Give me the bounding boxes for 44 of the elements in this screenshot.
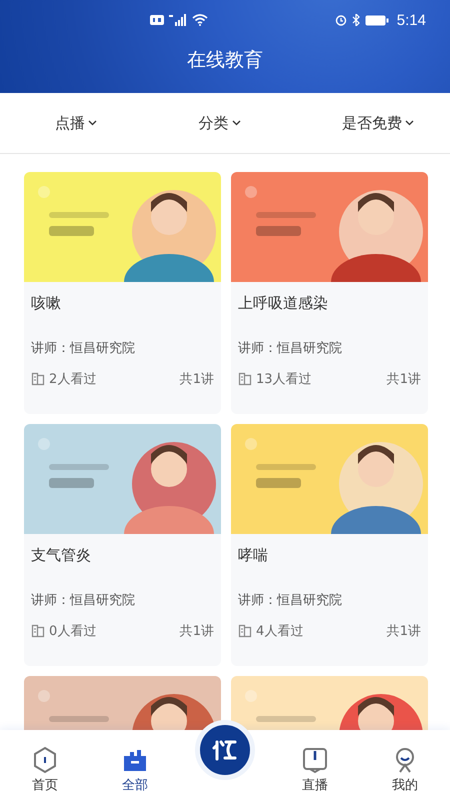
lecturer-text: 讲师：恒昌研究院: [31, 592, 136, 609]
book-icon: [301, 746, 329, 774]
tab-item[interactable]: 全部: [105, 746, 165, 794]
hexagon-icon: [32, 746, 58, 774]
view-count: 2人看过: [49, 371, 96, 388]
caret-icon: [405, 120, 414, 126]
wifi-icon: [192, 14, 208, 26]
course-title: 上呼吸道感染: [238, 294, 329, 314]
book-icon: [31, 372, 45, 386]
lecturer-text: 讲师：恒昌研究院: [31, 340, 136, 357]
lesson-count: 共1讲: [386, 623, 421, 640]
book-icon: [31, 624, 45, 638]
lesson-count: 共1讲: [180, 623, 214, 640]
hd-icon: [150, 15, 164, 25]
filter-dropdown[interactable]: 是否免费: [342, 114, 414, 132]
tab-item[interactable]: 首页: [15, 746, 75, 794]
lecturer-text: 讲师：恒昌研究院: [238, 592, 343, 609]
course-card[interactable]: 咳嗽 讲师：恒昌研究院 2人看过 共1讲: [24, 172, 221, 414]
course-title: 支气管炎: [31, 546, 92, 566]
lesson-count: 共1讲: [180, 371, 214, 388]
filter-dropdown[interactable]: 分类: [198, 114, 240, 132]
battery-icon: [364, 14, 389, 26]
view-count: 4人看过: [256, 623, 304, 640]
filter-dropdown[interactable]: 点播: [55, 114, 97, 132]
course-card[interactable]: 上呼吸道感染 讲师：恒昌研究院 13人看过 共1讲: [231, 172, 428, 414]
course-title: 咳嗽: [31, 294, 62, 314]
caret-icon: [88, 120, 97, 126]
lecturer-text: 讲师：恒昌研究院: [238, 340, 343, 357]
book-icon: [238, 624, 252, 638]
tab-item[interactable]: 直播: [285, 746, 345, 794]
bluetooth-icon: [352, 14, 360, 26]
course-card[interactable]: 支气管炎 讲师：恒昌研究院 0人看过 共1讲: [24, 424, 221, 666]
caret-icon: [232, 120, 240, 126]
view-count: 13人看过: [256, 371, 312, 388]
lesson-count: 共1讲: [386, 371, 421, 388]
signal-icon: [169, 14, 187, 26]
alarm-icon: [334, 14, 347, 26]
status-time: 5:14: [396, 12, 426, 28]
page-title: 在线教育: [186, 48, 264, 73]
book-icon: [238, 372, 252, 386]
view-count: 0人看过: [49, 623, 96, 640]
course-title: 哮喘: [238, 546, 269, 566]
tab-item[interactable]: 我的: [375, 746, 435, 794]
course-card[interactable]: 哮喘 讲师：恒昌研究院 4人看过 共1讲: [231, 424, 428, 666]
